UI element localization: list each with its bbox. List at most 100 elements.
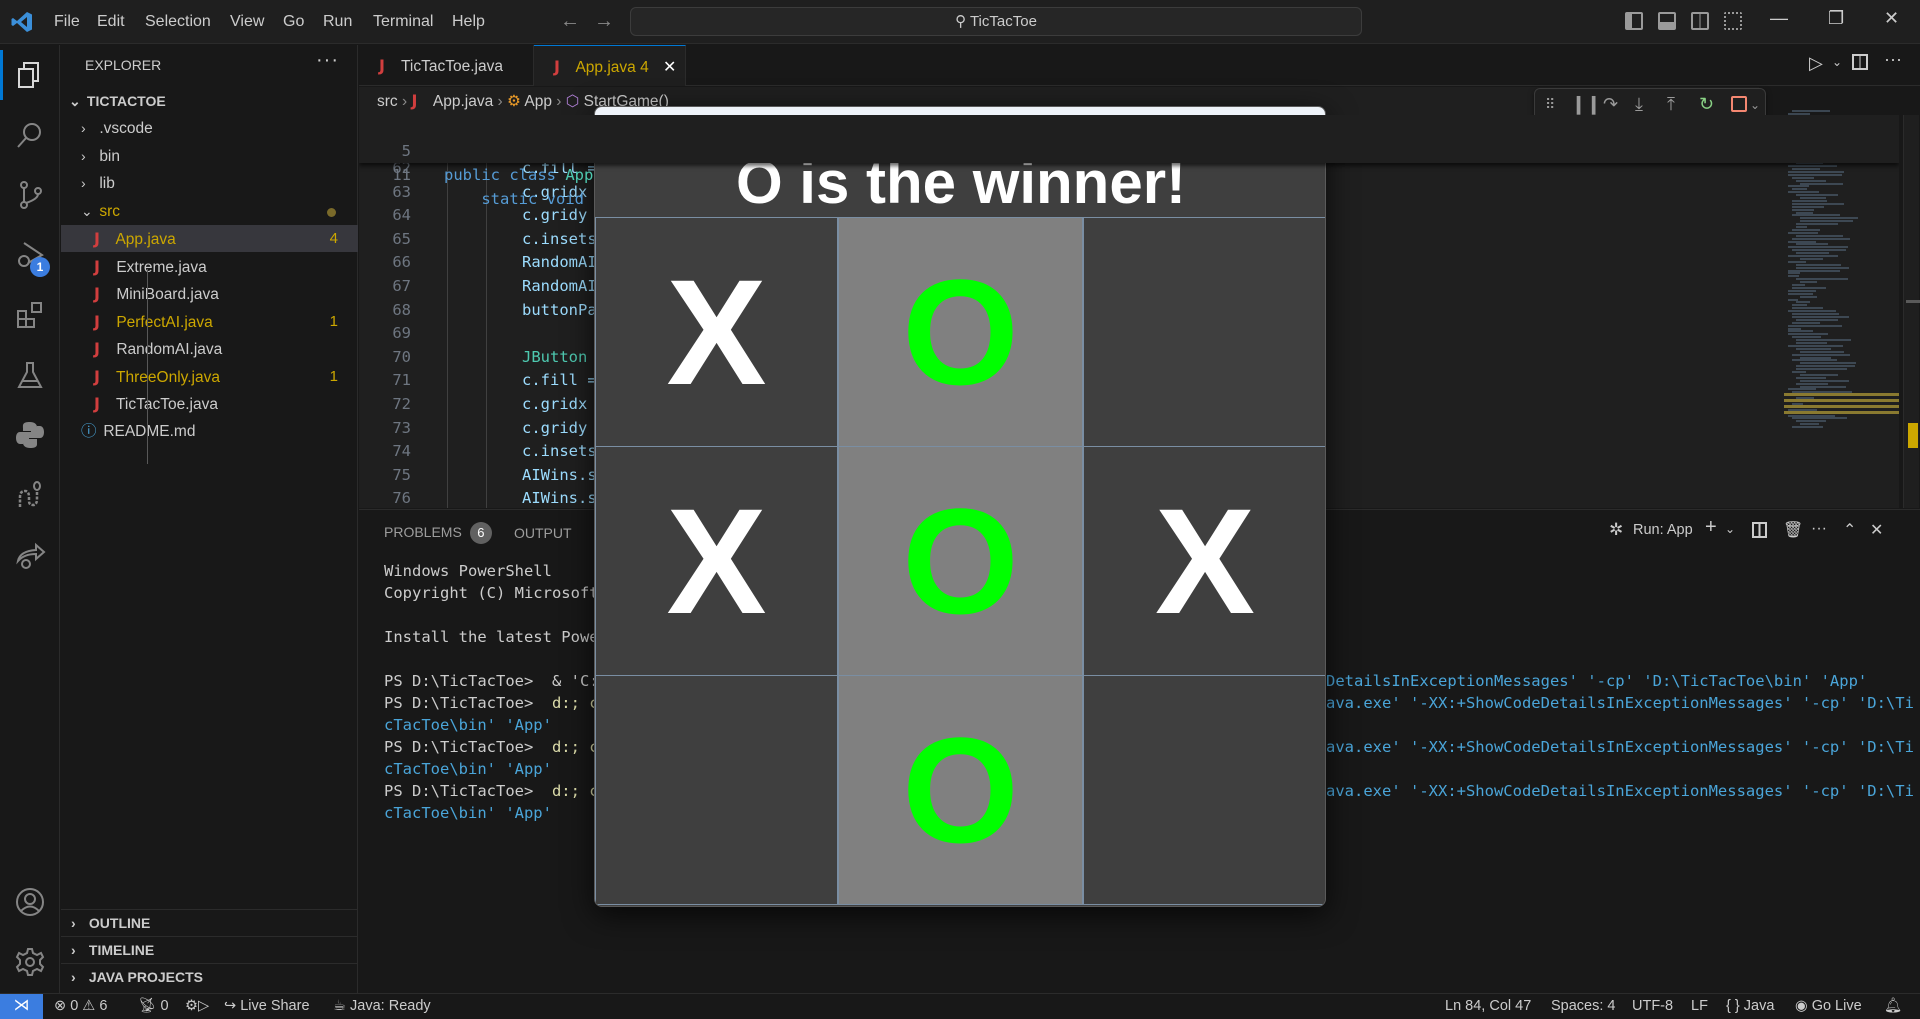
live-share-icon[interactable] [0, 530, 60, 580]
breadcrumb-file[interactable]: App.java [433, 93, 493, 110]
tree-item-randomai-java[interactable]: J RandomAI.java [61, 335, 358, 362]
split-editor-icon[interactable] [1852, 54, 1868, 70]
java-status[interactable]: ☕︎ Java: Ready [333, 994, 431, 1018]
stop-dropdown-chevron-icon[interactable]: ⌄ [1750, 98, 1760, 112]
run-java-icon[interactable]: ▷ [1809, 53, 1823, 74]
menu-file[interactable]: File [54, 0, 80, 44]
tab-problems[interactable]: PROBLEMS 6 [384, 522, 492, 544]
live-share-status[interactable]: ↪ Live Share [224, 994, 310, 1018]
menu-go[interactable]: Go [283, 0, 304, 44]
step-over-icon[interactable]: ↷ [1603, 94, 1618, 115]
menu-run[interactable]: Run [323, 0, 352, 44]
toggle-primary-sidebar-icon[interactable] [1625, 12, 1643, 30]
accounts-icon[interactable] [0, 877, 60, 927]
tab-app-java[interactable]: J App.java 4 ✕ [534, 45, 686, 86]
tree-item-miniboard-java[interactable]: J MiniBoard.java [61, 280, 358, 307]
board-cell-r1-c1[interactable]: O [838, 446, 1083, 676]
search-icon[interactable] [0, 110, 60, 160]
close-panel-icon[interactable]: ✕ [1870, 520, 1883, 540]
tree-item-perfectai-java[interactable]: J PerfectAI.java 1 [61, 308, 358, 335]
menu-terminal[interactable]: Terminal [373, 0, 433, 44]
editor-more-actions-icon[interactable]: ··· [1884, 49, 1902, 70]
board-cell-r2-c0[interactable] [595, 675, 838, 905]
more-actions-icon[interactable]: ··· [316, 49, 339, 72]
tree-item-lib[interactable]: › lib [61, 170, 358, 197]
menu-view[interactable]: View [230, 0, 264, 44]
python-icon[interactable] [0, 410, 60, 460]
explorer-icon[interactable] [0, 50, 60, 100]
minimap-line [1796, 223, 1838, 226]
menu-help[interactable]: Help [452, 0, 485, 44]
drag-handle-icon[interactable]: ⠿ [1545, 96, 1555, 113]
tree-item-extreme-java[interactable]: J Extreme.java [61, 253, 358, 280]
minimize-window-icon[interactable]: — [1770, 8, 1788, 29]
manage-gear-icon[interactable] [0, 937, 60, 987]
command-center-search[interactable]: ⚲ TicTacToe [630, 7, 1362, 36]
board-cell-r0-c0[interactable]: X [595, 217, 838, 447]
menu-edit[interactable]: Edit [97, 0, 125, 44]
breadcrumb-class[interactable]: App [524, 93, 552, 110]
maximize-panel-chevron-up-icon[interactable]: ⌃ [1843, 520, 1856, 540]
sticky-line[interactable]: 11 static void [359, 139, 584, 208]
tab-output[interactable]: OUTPUT [514, 525, 572, 541]
terminal-name[interactable]: Run: App [1633, 522, 1693, 538]
menu-selection[interactable]: Selection [145, 0, 211, 44]
board-cell-r2-c2[interactable] [1083, 675, 1325, 905]
java-projects-section[interactable]: › JAVA PROJECTS [61, 963, 358, 990]
kill-terminal-trash-icon[interactable]: 🗑 [1783, 520, 1803, 540]
breadcrumb-src[interactable]: src [377, 93, 398, 110]
close-window-icon[interactable]: ✕ [1884, 8, 1899, 29]
end-of-line[interactable]: LF [1691, 994, 1708, 1018]
tree-item-app-java[interactable]: J App.java 4 [61, 225, 358, 252]
restart-icon[interactable]: ↻ [1699, 94, 1714, 115]
go-live-button[interactable]: ◉ Go Live [1795, 994, 1862, 1018]
pause-icon[interactable]: ❙❙ [1571, 94, 1601, 115]
workspace-root[interactable]: ⌄ TICTACTOE [61, 88, 358, 115]
step-out-icon[interactable]: ⤒ [1667, 94, 1675, 115]
new-terminal-plus-icon[interactable]: + [1705, 516, 1717, 539]
debug-status-icon[interactable]: ⚙▷ [185, 994, 209, 1018]
toggle-panel-icon[interactable] [1658, 12, 1676, 30]
tree-item-vscode[interactable]: › .vscode [61, 115, 358, 142]
source-control-icon[interactable] [0, 170, 60, 220]
indentation[interactable]: Spaces: 4 [1551, 994, 1616, 1018]
back-arrow-icon[interactable]: ← [560, 10, 580, 33]
board-cell-r0-c1[interactable]: O [838, 217, 1083, 447]
stop-icon[interactable] [1731, 96, 1747, 112]
ports-status[interactable]: 📡︎ 0 [138, 994, 169, 1018]
customize-layout-icon[interactable] [1724, 12, 1742, 30]
panel-more-actions-icon[interactable]: ··· [1811, 520, 1827, 538]
step-into-icon[interactable]: ⤓ [1635, 94, 1643, 115]
testing-flask-icon[interactable] [0, 350, 60, 400]
restore-window-icon[interactable]: ❐ [1828, 8, 1844, 29]
board-cell-r1-c2[interactable]: X [1083, 446, 1325, 676]
run-and-debug-icon[interactable]: 1 [0, 230, 60, 280]
tree-item-tictactoe-java[interactable]: J TicTacToe.java [61, 390, 358, 417]
sticky-line[interactable]: 5 public class App [359, 115, 594, 184]
board-cell-r0-c2[interactable] [1083, 217, 1325, 447]
tree-item-bin[interactable]: › bin [61, 143, 358, 170]
board-cell-r2-c1[interactable]: O [838, 675, 1083, 905]
close-tab-icon[interactable]: ✕ [663, 59, 676, 76]
split-terminal-icon[interactable] [1752, 522, 1767, 538]
terminal-dropdown-chevron-icon[interactable]: ⌄ [1725, 522, 1735, 536]
forward-arrow-icon[interactable]: → [594, 10, 614, 33]
gitlens-icon[interactable] [0, 470, 60, 520]
encoding[interactable]: UTF-8 [1632, 994, 1673, 1018]
remote-indicator-icon[interactable]: ⋊ [0, 994, 43, 1019]
tree-item-src[interactable]: ⌄ src [61, 198, 358, 225]
extensions-icon[interactable] [0, 290, 60, 340]
editor-scrollbar[interactable] [1903, 115, 1920, 508]
problems-status[interactable]: ⊗ 0 ⚠ 6 [54, 994, 107, 1018]
outline-section[interactable]: › OUTLINE [61, 909, 358, 936]
tree-item-threeonly-java[interactable]: J ThreeOnly.java 1 [61, 363, 358, 390]
toggle-secondary-sidebar-icon[interactable] [1691, 12, 1709, 30]
board-cell-r1-c0[interactable]: X [595, 446, 838, 676]
timeline-section[interactable]: › TIMELINE [61, 936, 358, 963]
run-dropdown-chevron-icon[interactable]: ⌄ [1832, 55, 1842, 69]
tab-tictactoe-java[interactable]: J TicTacToe.java [359, 45, 534, 86]
language-mode[interactable]: { } Java [1726, 994, 1774, 1018]
tree-item-readme-md[interactable]: ⓘ README.md [61, 418, 358, 445]
cursor-position[interactable]: Ln 84, Col 47 [1445, 994, 1531, 1018]
notifications-bell-icon[interactable]: 🔔︎ [1884, 994, 1902, 1018]
